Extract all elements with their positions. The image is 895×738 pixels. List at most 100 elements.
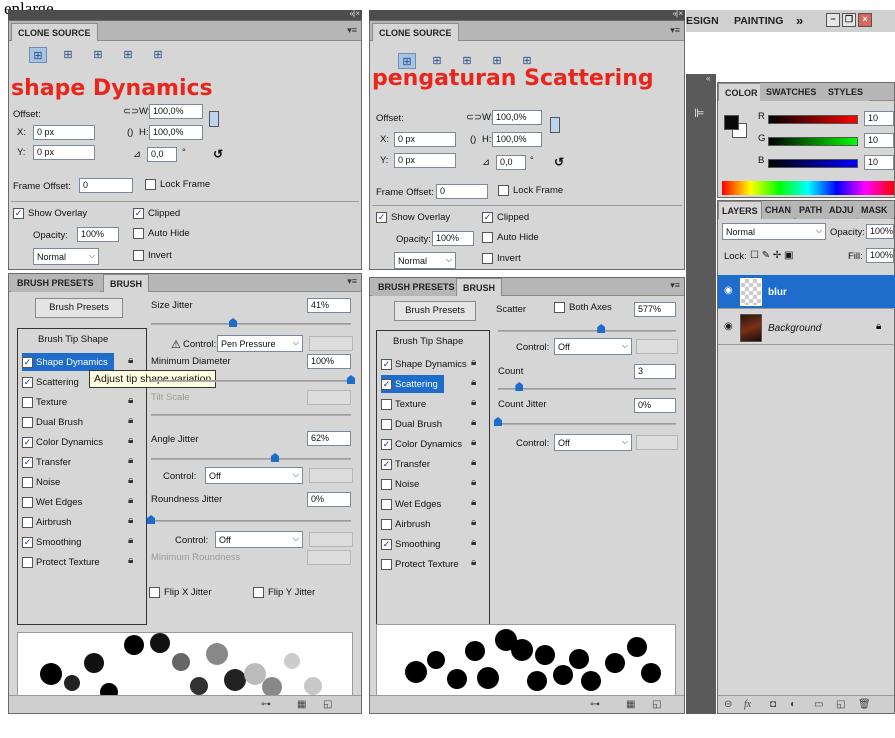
brush-option-row[interactable]: ✓ Scattering [381, 375, 444, 393]
x-field[interactable]: 0 px [394, 132, 456, 147]
right-tip-shape-header[interactable]: Brush Tip Shape [393, 336, 463, 347]
link-layers-icon[interactable]: ⊝ [724, 699, 732, 710]
maintain-aspect-icon[interactable] [550, 117, 560, 133]
x-field[interactable]: 0 px [33, 125, 95, 140]
brush-option-checkbox[interactable]: ✓ [381, 358, 392, 370]
right-panel-menu-icon[interactable]: ▾≡ [670, 25, 680, 36]
group-icon[interactable]: ▭ [814, 699, 823, 710]
tab-layers[interactable]: LAYERS [718, 201, 762, 219]
roundness-jitter-field[interactable]: 0% [307, 492, 351, 507]
tab-swatches[interactable]: SWATCHES [760, 83, 823, 101]
scatter-track[interactable] [498, 330, 676, 332]
brush-option-checkbox[interactable] [22, 556, 33, 568]
brush-option-checkbox[interactable]: ✓ [22, 376, 33, 388]
brush-option-row[interactable]: Wet Edges [381, 495, 441, 513]
brush-option-checkbox[interactable]: ✓ [381, 458, 392, 470]
foreground-color-swatch[interactable] [724, 115, 739, 130]
new-preset-icon[interactable]: ◱ [652, 699, 661, 710]
brush-option-checkbox[interactable]: ✓ [22, 456, 33, 468]
scatter-field[interactable]: 577% [634, 302, 676, 317]
brush-option-checkbox[interactable]: ✓ [381, 538, 392, 550]
lock-icon[interactable]: 🔒︎ [128, 555, 133, 566]
brush-option-row[interactable]: Noise [22, 473, 60, 491]
blend-mode-select[interactable]: Normal ⌵ [394, 252, 456, 269]
clone-source-2-icon[interactable]: ⊞ [59, 47, 77, 63]
brush-option-row[interactable]: Texture [381, 395, 426, 413]
roundness-jitter-handle[interactable] [147, 515, 155, 524]
lock-icon[interactable]: 🔒︎ [471, 517, 476, 528]
workspace-design[interactable]: ESIGN [686, 15, 719, 27]
brush-option-checkbox[interactable]: ✓ [22, 436, 33, 448]
brush-option-row[interactable]: ✓ Color Dynamics [22, 433, 103, 451]
lock-icon[interactable]: 🔒︎ [128, 415, 133, 426]
y-field[interactable]: 0 px [394, 153, 456, 168]
auto-hide-checkbox[interactable]: Auto Hide [133, 228, 190, 239]
b-field[interactable]: 10 [864, 155, 894, 170]
size-jitter-track[interactable] [151, 323, 351, 325]
left-brush-presets-button[interactable]: Brush Presets [35, 298, 123, 318]
left-tab-clone-source[interactable]: CLONE SOURCE [11, 23, 98, 41]
color-spectrum-bar[interactable] [722, 181, 894, 195]
brush-option-checkbox[interactable]: ✓ [381, 378, 392, 390]
tab-color[interactable]: COLOR [718, 83, 765, 101]
close-icon[interactable]: × [858, 13, 872, 27]
min-diameter-handle[interactable] [347, 375, 355, 384]
lock-icon[interactable]: 🔒︎ [471, 397, 476, 408]
brush-option-row[interactable]: Airbrush [22, 513, 71, 531]
min-diameter-track[interactable] [151, 380, 351, 382]
new-preset-icon[interactable]: ◱ [323, 699, 332, 710]
roundness-jitter-track[interactable] [151, 520, 351, 522]
brush-option-row[interactable]: ✓ Smoothing [22, 533, 81, 551]
opacity-field[interactable]: 100% [77, 227, 119, 242]
lock-icon[interactable]: 🔒︎ [471, 537, 476, 548]
tab-adjustments[interactable]: ADJU [826, 201, 857, 219]
invert-checkbox[interactable]: Invert [133, 250, 172, 261]
w-field[interactable]: 100,0% [149, 104, 203, 119]
y-field[interactable]: 0 px [33, 145, 95, 160]
flip-x-checkbox[interactable]: Flip X Jitter [149, 587, 212, 598]
flip-y-checkbox[interactable]: Flip Y Jitter [253, 587, 315, 598]
lock-icon[interactable]: 🔒︎ [471, 437, 476, 448]
adjustment-icon[interactable]: ◐ [790, 699, 796, 710]
lock-icon[interactable]: 🔒︎ [471, 557, 476, 568]
mask-icon[interactable]: ◘ [770, 699, 776, 710]
g-field[interactable]: 10 [864, 133, 894, 148]
grid-icon[interactable]: ▦ [297, 699, 306, 710]
brush-option-checkbox[interactable] [22, 496, 33, 508]
opacity-field[interactable]: 100% [432, 231, 474, 246]
count-track[interactable] [498, 388, 676, 390]
right-tab-brush[interactable]: BRUSH [456, 278, 503, 296]
brush-option-checkbox[interactable] [22, 396, 33, 408]
count-field[interactable]: 3 [634, 364, 676, 379]
clone-source-1-icon[interactable]: ⊞ [29, 47, 47, 63]
new-layer-icon[interactable]: ◱ [836, 699, 845, 710]
clipped-checkbox[interactable]: ✓ Clipped [133, 208, 180, 219]
left-brush-menu-icon[interactable]: ▾≡ [347, 276, 357, 287]
invert-checkbox[interactable]: Invert [482, 253, 521, 264]
control-select[interactable]: Pen Pressure ⌵ [217, 335, 303, 352]
lock-icon[interactable]: 🔒︎ [128, 455, 133, 466]
lock-icon[interactable]: 🔒︎ [471, 477, 476, 488]
min-diameter-field[interactable]: 100% [307, 354, 351, 369]
workspace-more[interactable]: » [796, 13, 803, 28]
brush-option-row[interactable]: Protect Texture [22, 553, 100, 571]
h-field[interactable]: 100,0% [492, 132, 542, 147]
brush-option-row[interactable]: ✓ Shape Dynamics [22, 353, 114, 371]
right-brush-presets-button[interactable]: Brush Presets [394, 301, 476, 321]
lock-icon[interactable]: 🔒︎ [471, 457, 476, 468]
brush-option-row[interactable]: Noise [381, 475, 419, 493]
count-jitter-field[interactable]: 0% [634, 398, 676, 413]
w-field[interactable]: 100,0% [492, 110, 542, 125]
both-axes-checkbox[interactable]: Both Axes [554, 302, 612, 313]
h-field[interactable]: 100,0% [149, 125, 203, 140]
tab-channels[interactable]: CHAN [762, 201, 794, 219]
clipped-checkbox[interactable]: ✓ Clipped [482, 212, 529, 223]
right-brush-menu-icon[interactable]: ▾≡ [670, 280, 680, 291]
lock-icons[interactable]: ☐ ✎ ✢ ▣ [750, 250, 794, 261]
left-dock-icons[interactable]: «| × [350, 9, 360, 18]
frame-offset-field[interactable]: 0 [79, 178, 133, 193]
r-slider[interactable] [768, 115, 858, 124]
toggle-live-tip-icon[interactable]: ⊶ [261, 699, 271, 710]
auto-hide-checkbox[interactable]: Auto Hide [482, 232, 539, 243]
lock-icon[interactable]: 🔒︎ [471, 417, 476, 428]
